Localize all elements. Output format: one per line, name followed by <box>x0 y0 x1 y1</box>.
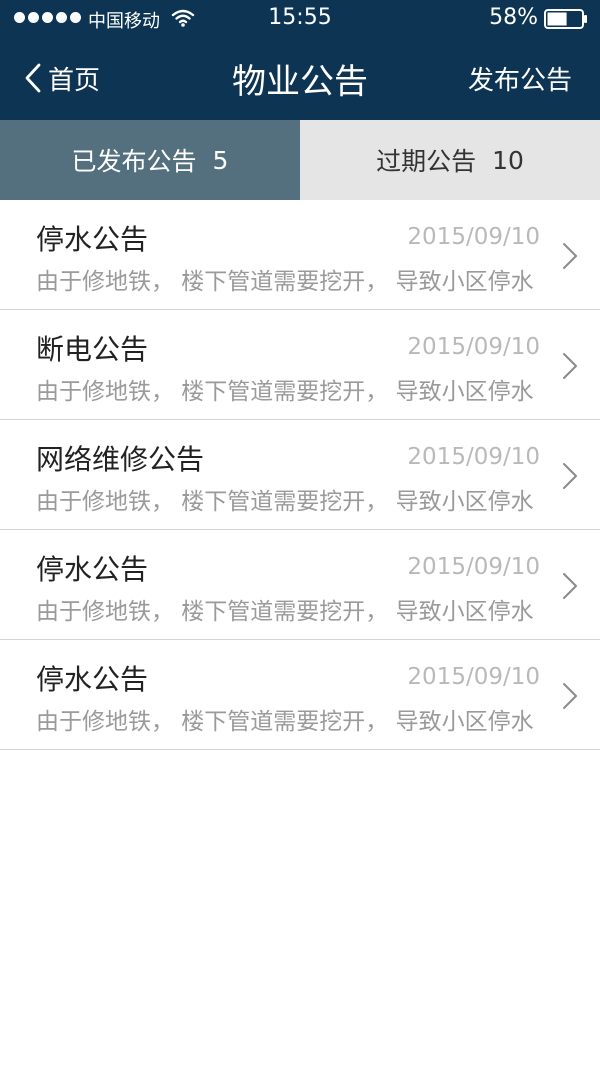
tab-count: 10 <box>492 145 524 175</box>
notice-title: 停水公告 <box>36 223 149 256</box>
chevron-right-icon <box>563 463 577 489</box>
chevron-right-icon <box>563 353 577 379</box>
notice-excerpt: 由于修地铁， 楼下管道需要挖开， 导致小区停水 <box>36 599 534 625</box>
tab-label: 过期公告 <box>376 147 477 176</box>
notice-date: 2015/09/10 <box>407 334 540 360</box>
back-label: 首页 <box>48 65 101 96</box>
chevron-left-icon <box>25 63 41 93</box>
notice-title: 断电公告 <box>36 333 149 366</box>
status-bar: 中国移动 15:55 58% <box>0 0 600 38</box>
tab-count: 5 <box>212 145 229 175</box>
header: 中国移动 15:55 58% 首页 物业公告 发布公告 <box>0 0 600 120</box>
chevron-right-icon <box>563 573 577 599</box>
notice-item[interactable]: 停水公告 2015/09/10 由于修地铁， 楼下管道需要挖开， 导致小区停水 <box>0 640 600 750</box>
notice-excerpt: 由于修地铁， 楼下管道需要挖开， 导致小区停水 <box>36 709 534 735</box>
notice-title: 网络维修公告 <box>36 443 205 476</box>
notice-excerpt: 由于修地铁， 楼下管道需要挖开， 导致小区停水 <box>36 269 534 295</box>
tab-label: 已发布公告 <box>71 147 197 176</box>
notice-title: 停水公告 <box>36 663 149 696</box>
back-button[interactable]: 首页 <box>24 56 100 100</box>
battery-percent: 58% <box>489 5 538 30</box>
notice-date: 2015/09/10 <box>407 554 540 580</box>
notice-item[interactable]: 停水公告 2015/09/10 由于修地铁， 楼下管道需要挖开， 导致小区停水 <box>0 200 600 310</box>
notice-date: 2015/09/10 <box>407 224 540 250</box>
notice-item[interactable]: 停水公告 2015/09/10 由于修地铁， 楼下管道需要挖开， 导致小区停水 <box>0 530 600 640</box>
notice-tabs: 已发布公告 5 过期公告 10 <box>0 120 600 200</box>
tab-published[interactable]: 已发布公告 5 <box>0 120 300 200</box>
chevron-right-icon <box>563 243 577 269</box>
notice-title: 停水公告 <box>36 553 149 586</box>
notice-date: 2015/09/10 <box>407 444 540 470</box>
notice-excerpt: 由于修地铁， 楼下管道需要挖开， 导致小区停水 <box>36 489 534 515</box>
publish-notice-button[interactable]: 发布公告 <box>468 60 572 97</box>
nav-bar: 首页 物业公告 发布公告 <box>0 38 600 120</box>
notice-excerpt: 由于修地铁， 楼下管道需要挖开， 导致小区停水 <box>36 379 534 405</box>
app-screen: 中国移动 15:55 58% 首页 物业公告 发布公告 已发布公告 5 过期公告… <box>0 0 600 1065</box>
notice-item[interactable]: 断电公告 2015/09/10 由于修地铁， 楼下管道需要挖开， 导致小区停水 <box>0 310 600 420</box>
notice-list: 停水公告 2015/09/10 由于修地铁， 楼下管道需要挖开， 导致小区停水 … <box>0 200 600 750</box>
notice-date: 2015/09/10 <box>407 664 540 690</box>
notice-item[interactable]: 网络维修公告 2015/09/10 由于修地铁， 楼下管道需要挖开， 导致小区停… <box>0 420 600 530</box>
tab-expired[interactable]: 过期公告 10 <box>300 120 600 200</box>
chevron-right-icon <box>563 683 577 709</box>
battery-fill <box>547 12 567 26</box>
battery-icon <box>544 9 587 29</box>
